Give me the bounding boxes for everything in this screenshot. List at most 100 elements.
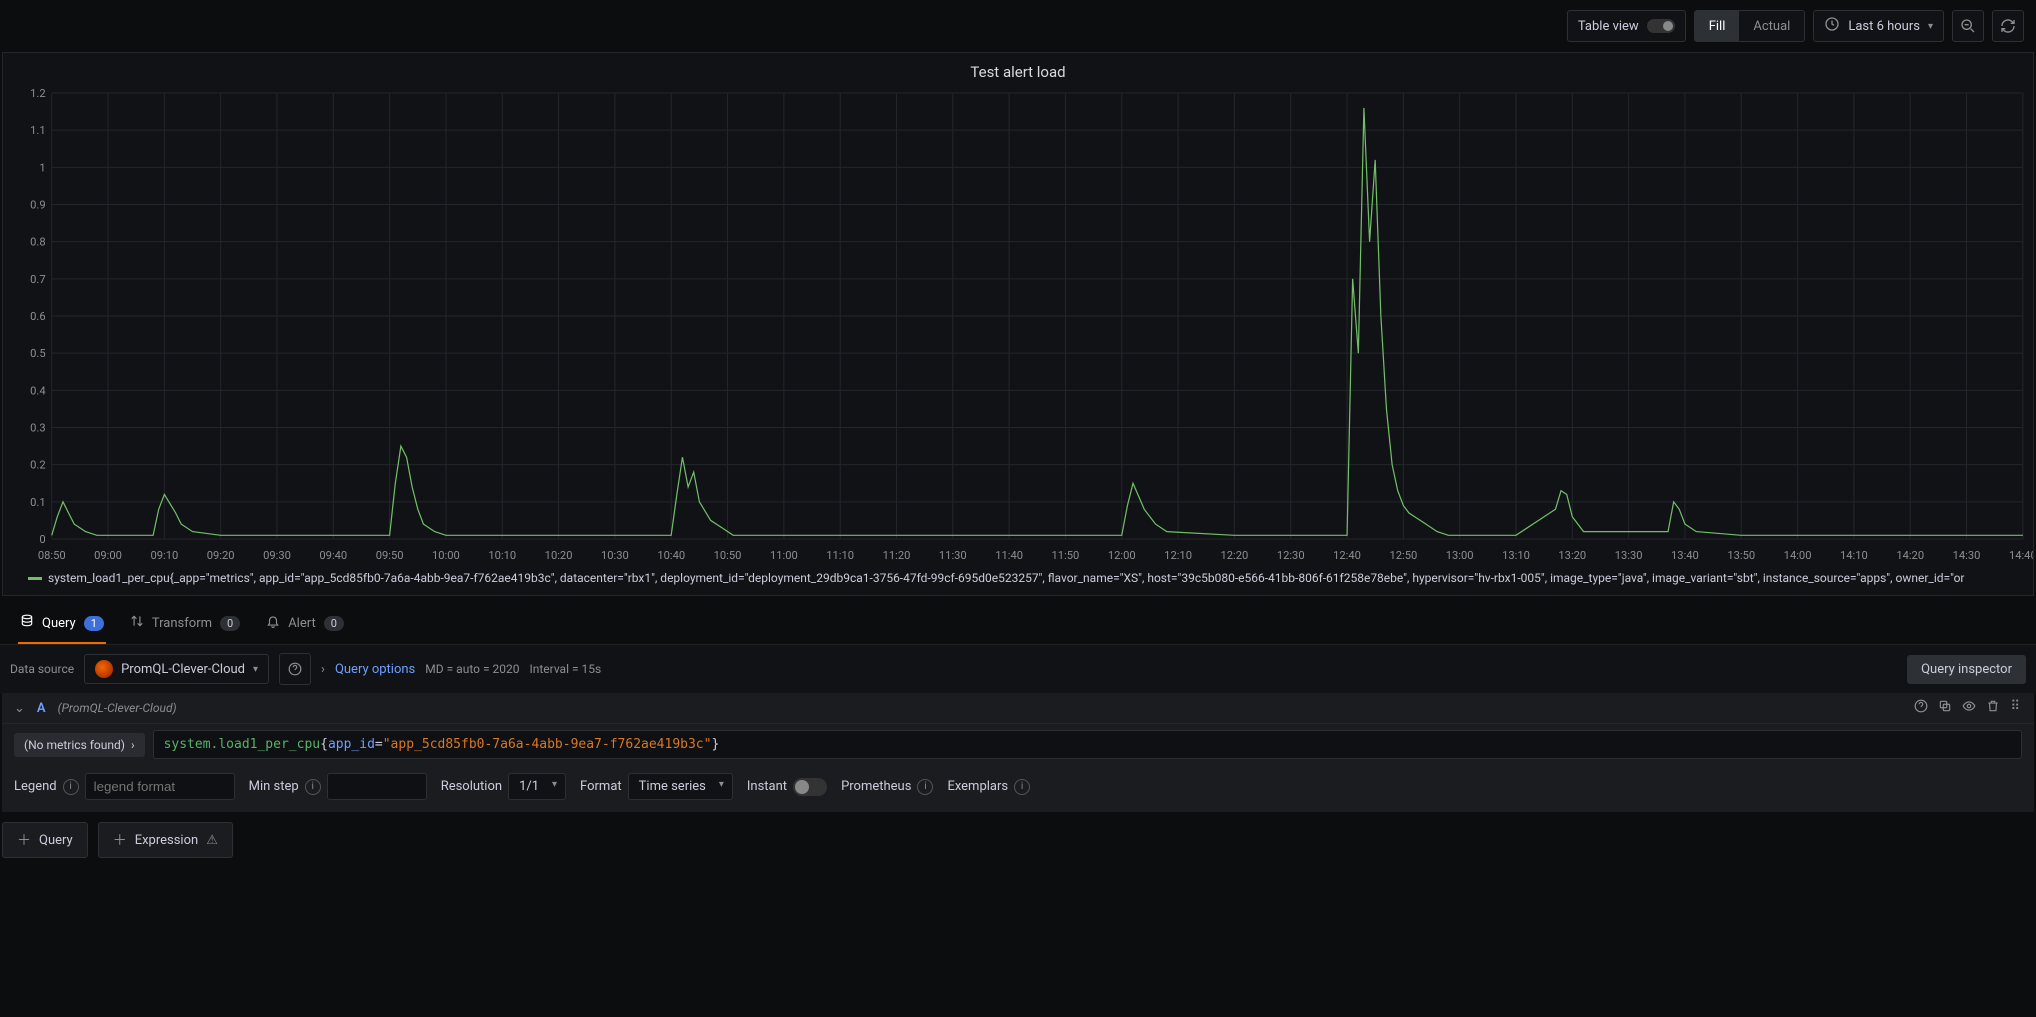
- svg-text:10:50: 10:50: [714, 549, 742, 562]
- metrics-browser-label: (No metrics found): [24, 738, 125, 752]
- bell-icon: [266, 614, 280, 632]
- query-row: ⌄ A (PromQL-Clever-Cloud) ⠿ (No metrics …: [2, 693, 2034, 812]
- data-source-name: PromQL-Clever-Cloud: [121, 662, 245, 677]
- add-expression-label: Expression: [135, 833, 199, 848]
- svg-text:13:00: 13:00: [1446, 549, 1474, 562]
- legend[interactable]: system_load1_per_cpu{_app="metrics", app…: [3, 567, 2033, 595]
- md-text: MD = auto = 2020: [425, 662, 519, 676]
- resolution-select[interactable]: 1/1: [508, 773, 566, 800]
- chevron-right-icon[interactable]: ›: [321, 662, 325, 677]
- plus-icon: ＋: [17, 830, 31, 850]
- refresh-button[interactable]: [1992, 10, 2024, 42]
- svg-text:10:20: 10:20: [545, 549, 573, 562]
- svg-text:11:40: 11:40: [995, 549, 1023, 562]
- svg-text:11:20: 11:20: [883, 549, 911, 562]
- time-range-picker[interactable]: Last 6 hours ▾: [1813, 10, 1944, 42]
- actual-button[interactable]: Actual: [1739, 11, 1804, 41]
- svg-text:12:10: 12:10: [1164, 549, 1192, 562]
- expr-key: app_id: [328, 737, 375, 752]
- tab-transform-label: Transform: [152, 616, 212, 631]
- svg-text:11:10: 11:10: [826, 549, 854, 562]
- svg-text:11:00: 11:00: [770, 549, 798, 562]
- tab-query-label: Query: [42, 616, 76, 631]
- eye-icon[interactable]: [1962, 699, 1976, 717]
- info-icon[interactable]: i: [305, 779, 321, 795]
- svg-text:09:40: 09:40: [319, 549, 347, 562]
- zoom-out-button[interactable]: [1952, 10, 1984, 42]
- instant-toggle[interactable]: [793, 778, 827, 796]
- tab-query-count: 1: [84, 616, 104, 631]
- legend-swatch: [28, 577, 42, 580]
- svg-text:11:50: 11:50: [1052, 549, 1080, 562]
- switch-thumb: [1663, 21, 1673, 31]
- copy-icon[interactable]: [1938, 699, 1952, 717]
- min-step-label: Min step: [249, 779, 299, 794]
- transform-icon: [130, 614, 144, 632]
- svg-text:0.2: 0.2: [30, 459, 45, 472]
- svg-text:0.8: 0.8: [30, 236, 45, 249]
- resolution-label: Resolution: [441, 779, 502, 794]
- info-icon[interactable]: i: [1014, 779, 1030, 795]
- metrics-browser-button[interactable]: (No metrics found) ›: [14, 733, 145, 757]
- fill-button[interactable]: Fill: [1695, 11, 1740, 41]
- data-source-label: Data source: [10, 662, 74, 676]
- fill-actual-segment: Fill Actual: [1694, 10, 1806, 42]
- svg-text:09:00: 09:00: [94, 549, 122, 562]
- svg-text:0.3: 0.3: [30, 422, 45, 435]
- svg-text:0.1: 0.1: [30, 496, 45, 509]
- drag-handle-icon[interactable]: ⠿: [2010, 699, 2022, 717]
- add-expression-button[interactable]: ＋ Expression ⚠: [98, 822, 233, 858]
- switch-track: [1647, 19, 1675, 33]
- tab-alert[interactable]: Alert 0: [264, 606, 346, 644]
- svg-text:0.7: 0.7: [30, 273, 45, 286]
- instant-label: Instant: [747, 779, 787, 794]
- help-icon[interactable]: [1914, 699, 1928, 717]
- query-options-link[interactable]: Query options: [335, 662, 415, 677]
- svg-text:10:00: 10:00: [432, 549, 460, 562]
- chart-area[interactable]: 00.10.20.30.40.50.60.70.80.911.11.208:50…: [3, 87, 2033, 567]
- svg-text:13:10: 13:10: [1502, 549, 1530, 562]
- svg-text:13:40: 13:40: [1671, 549, 1699, 562]
- data-source-help-button[interactable]: [279, 653, 311, 685]
- prometheus-logo-icon: [95, 660, 113, 678]
- chevron-down-icon: ▾: [1928, 21, 1933, 32]
- tab-query[interactable]: Query 1: [18, 606, 106, 644]
- chevron-down-icon: ▾: [253, 664, 258, 675]
- warning-icon: ⚠: [206, 833, 218, 848]
- svg-text:12:30: 12:30: [1277, 549, 1305, 562]
- svg-text:0.5: 0.5: [30, 347, 45, 360]
- tab-alert-label: Alert: [288, 616, 316, 631]
- format-select[interactable]: Time series: [628, 773, 733, 800]
- info-icon[interactable]: i: [917, 779, 933, 795]
- trash-icon[interactable]: [1986, 699, 2000, 717]
- query-source-label: (PromQL-Clever-Cloud): [58, 701, 177, 715]
- legend-input[interactable]: [85, 773, 235, 800]
- tab-transform[interactable]: Transform 0: [128, 606, 242, 644]
- collapse-button[interactable]: ⌄: [14, 701, 25, 716]
- expr-fn: system.load1_per_cpu: [164, 737, 321, 752]
- svg-text:1: 1: [39, 161, 45, 174]
- svg-text:0.4: 0.4: [30, 384, 45, 397]
- min-step-input[interactable]: [327, 773, 427, 800]
- svg-text:14:10: 14:10: [1840, 549, 1868, 562]
- svg-text:12:20: 12:20: [1220, 549, 1248, 562]
- exemplars-label: Exemplars: [947, 779, 1008, 794]
- query-ref[interactable]: A: [37, 701, 46, 716]
- info-icon[interactable]: i: [63, 779, 79, 795]
- svg-text:10:10: 10:10: [488, 549, 516, 562]
- add-query-button[interactable]: ＋ Query: [2, 822, 88, 858]
- svg-text:0.6: 0.6: [30, 310, 45, 323]
- data-source-picker[interactable]: PromQL-Clever-Cloud ▾: [84, 654, 269, 684]
- svg-text:13:30: 13:30: [1615, 549, 1643, 562]
- svg-text:0: 0: [39, 533, 45, 546]
- query-actions: ⠿: [1914, 699, 2022, 717]
- query-inspector-button[interactable]: Query inspector: [1907, 655, 2026, 684]
- promql-input[interactable]: system.load1_per_cpu{app_id="app_5cd85fb…: [153, 730, 2022, 759]
- database-icon: [20, 614, 34, 632]
- svg-text:12:00: 12:00: [1108, 549, 1136, 562]
- svg-text:10:30: 10:30: [601, 549, 629, 562]
- legend-text: system_load1_per_cpu{_app="metrics", app…: [48, 571, 1965, 585]
- table-view-toggle[interactable]: Table view: [1567, 10, 1686, 42]
- svg-text:14:40: 14:40: [2009, 549, 2033, 562]
- svg-text:12:50: 12:50: [1389, 549, 1417, 562]
